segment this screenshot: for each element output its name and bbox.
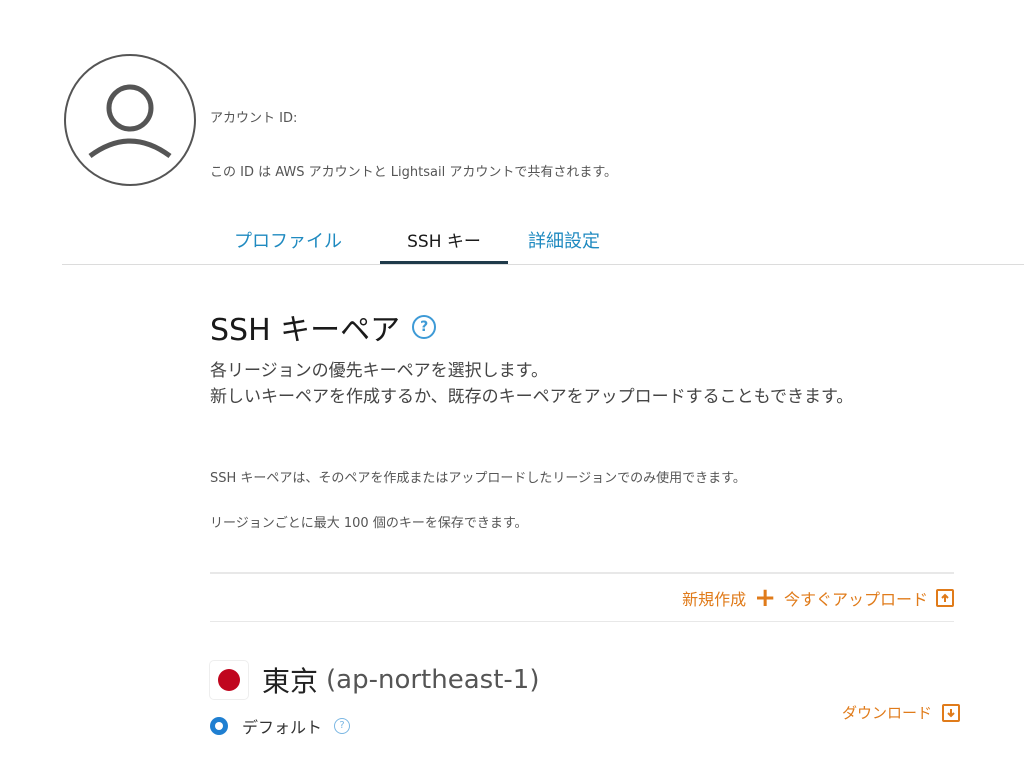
create-new-label: 新規作成 bbox=[682, 590, 747, 609]
key-limit-note: リージョンごとに最大 100 個のキーを保存できます。 bbox=[210, 516, 528, 531]
tab-ssh-keys[interactable]: SSH キー bbox=[380, 226, 508, 264]
region-header: 東京 (ap-northeast-1) bbox=[210, 660, 539, 700]
region-scope-note: SSH キーペアは、そのペアを作成またはアップロードしたリージョンでのみ使用でき… bbox=[210, 471, 746, 486]
tabs-divider bbox=[62, 264, 1024, 265]
keypair-actions: 新規作成 + 今すぐアップロード bbox=[682, 584, 954, 612]
upload-now-label: 今すぐアップロード bbox=[783, 590, 928, 609]
actions-top-divider bbox=[210, 572, 954, 574]
plus-icon: + bbox=[754, 583, 776, 613]
account-shared-note: この ID は AWS アカウントと Lightsail アカウントで共有されま… bbox=[210, 165, 618, 180]
section-title-text: SSH キーペア bbox=[210, 313, 401, 348]
download-button[interactable]: ダウンロード bbox=[842, 702, 960, 723]
tab-profile[interactable]: プロファイル bbox=[234, 226, 342, 264]
download-label: ダウンロード bbox=[841, 704, 932, 722]
question-circle-icon[interactable]: ? bbox=[334, 718, 351, 734]
download-icon bbox=[942, 703, 960, 722]
question-circle-icon[interactable]: ? bbox=[412, 315, 437, 339]
upload-now-button[interactable]: 今すぐアップロード bbox=[784, 586, 954, 610]
account-id-label: アカウント ID: bbox=[210, 111, 298, 126]
region-code: (ap-northeast-1) bbox=[326, 665, 540, 695]
ssh-keypair-title: SSH キーペア ? bbox=[210, 305, 437, 349]
create-new-button[interactable]: 新規作成 + bbox=[682, 585, 776, 611]
japan-flag-icon bbox=[210, 661, 248, 699]
default-radio[interactable] bbox=[210, 717, 228, 735]
tab-advanced-settings[interactable]: 詳細設定 bbox=[528, 226, 600, 264]
default-label: デフォルト bbox=[242, 718, 323, 737]
actions-bottom-divider bbox=[210, 621, 954, 622]
section-description: 各リージョンの優先キーペアを選択します。 新しいキーペアを作成するか、既存のキー… bbox=[210, 361, 854, 407]
default-keypair-row: デフォルト ? bbox=[210, 714, 351, 738]
region-name: 東京 bbox=[262, 665, 319, 698]
user-avatar-icon bbox=[64, 54, 196, 186]
upload-icon bbox=[936, 589, 954, 607]
